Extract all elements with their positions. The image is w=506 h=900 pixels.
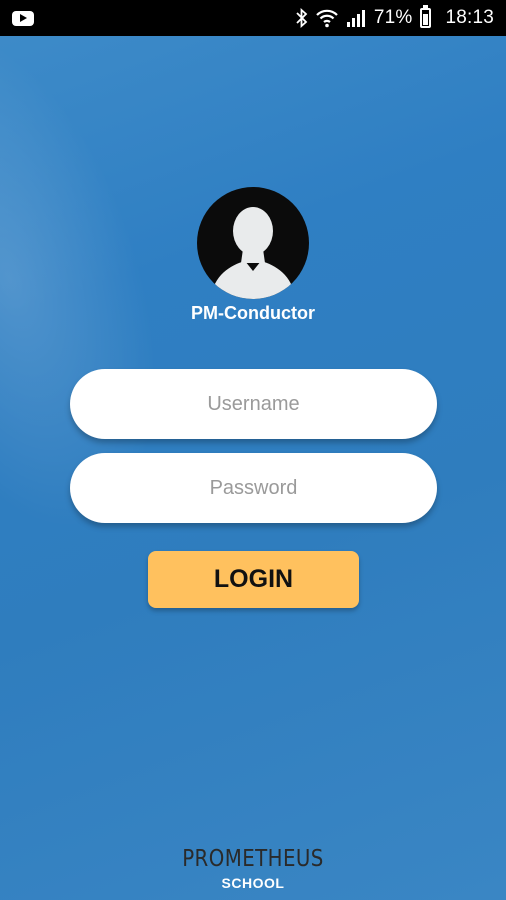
login-button[interactable]: LOGIN [148, 551, 359, 608]
brand-subtitle: SCHOOL [221, 875, 285, 891]
wifi-icon [316, 8, 338, 28]
battery-percent: 71% [373, 7, 413, 28]
status-right: 71% 18:13 [296, 5, 494, 29]
login-screen: 71% 18:13 PM-Conductor LOGIN PROMETHEUS … [0, 0, 506, 900]
brand-title: PROMETHEUS [182, 846, 324, 872]
status-bar: 71% 18:13 [0, 0, 506, 36]
password-input[interactable] [70, 453, 437, 523]
battery-icon [420, 5, 432, 28]
username-input[interactable] [70, 369, 437, 439]
user-silhouette-icon [211, 207, 295, 299]
app-name: PM-Conductor [191, 303, 315, 323]
youtube-icon [12, 10, 34, 26]
status-left [12, 10, 34, 26]
bluetooth-icon [296, 8, 308, 28]
avatar [197, 187, 309, 299]
signal-icon [346, 8, 366, 28]
status-clock: 18:13 [445, 7, 494, 28]
brand-logo: PROMETHEUS SCHOOL [0, 846, 506, 891]
